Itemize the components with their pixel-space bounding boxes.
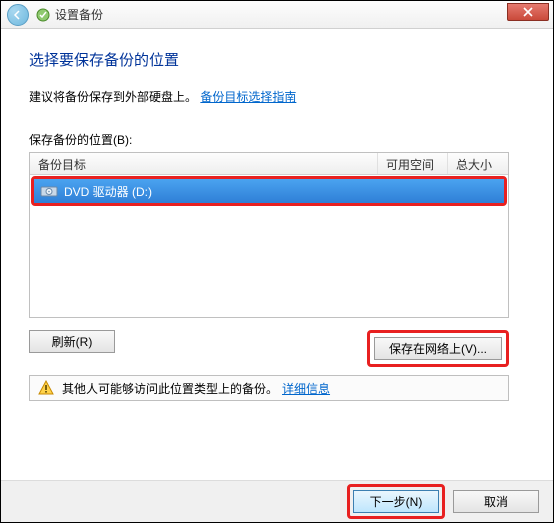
highlight-next-button: 下一步(N) — [347, 484, 445, 519]
back-button[interactable] — [7, 4, 29, 26]
warning-text: 其他人可能够访问此位置类型上的备份。 — [62, 380, 278, 397]
titlebar: 设置备份 — [1, 1, 553, 29]
backup-icon — [35, 7, 51, 23]
window-title: 设置备份 — [55, 6, 103, 23]
advice-link[interactable]: 备份目标选择指南 — [200, 90, 296, 104]
row-name: DVD 驱动器 (D:) — [64, 183, 152, 200]
warning-icon — [38, 380, 54, 396]
footer: 下一步(N) 取消 — [1, 480, 553, 522]
advice-text-row: 建议将备份保存到外部硬盘上。 备份目标选择指南 — [29, 88, 525, 105]
col-available[interactable]: 可用空间 — [378, 153, 448, 174]
content-area: 选择要保存备份的位置 建议将备份保存到外部硬盘上。 备份目标选择指南 保存备份的… — [1, 29, 553, 401]
highlight-selected-row: DVD 驱动器 (D:) — [31, 176, 507, 206]
dvd-drive-icon — [40, 184, 58, 198]
table-header: 备份目标 可用空间 总大小 — [30, 153, 508, 175]
button-row: 刷新(R) 保存在网络上(V)... — [29, 330, 509, 367]
cancel-button[interactable]: 取消 — [453, 490, 539, 513]
next-button[interactable]: 下一步(N) — [353, 490, 439, 513]
arrow-left-icon — [12, 9, 24, 21]
save-on-network-button[interactable]: 保存在网络上(V)... — [374, 337, 502, 360]
warning-box: 其他人可能够访问此位置类型上的备份。 详细信息 — [29, 375, 509, 401]
location-label: 保存备份的位置(B): — [29, 131, 525, 148]
table-row[interactable]: DVD 驱动器 (D:) — [34, 179, 504, 203]
advice-text: 建议将备份保存到外部硬盘上。 — [29, 90, 197, 104]
page-heading: 选择要保存备份的位置 — [29, 49, 525, 70]
col-total[interactable]: 总大小 — [448, 153, 508, 174]
col-target[interactable]: 备份目标 — [30, 153, 378, 174]
close-icon — [523, 7, 533, 17]
location-table: 备份目标 可用空间 总大小 DVD 驱动器 (D:) — [29, 152, 509, 318]
warning-link[interactable]: 详细信息 — [282, 380, 330, 397]
close-button[interactable] — [507, 3, 549, 21]
highlight-network-button: 保存在网络上(V)... — [367, 330, 509, 367]
refresh-button[interactable]: 刷新(R) — [29, 330, 115, 353]
